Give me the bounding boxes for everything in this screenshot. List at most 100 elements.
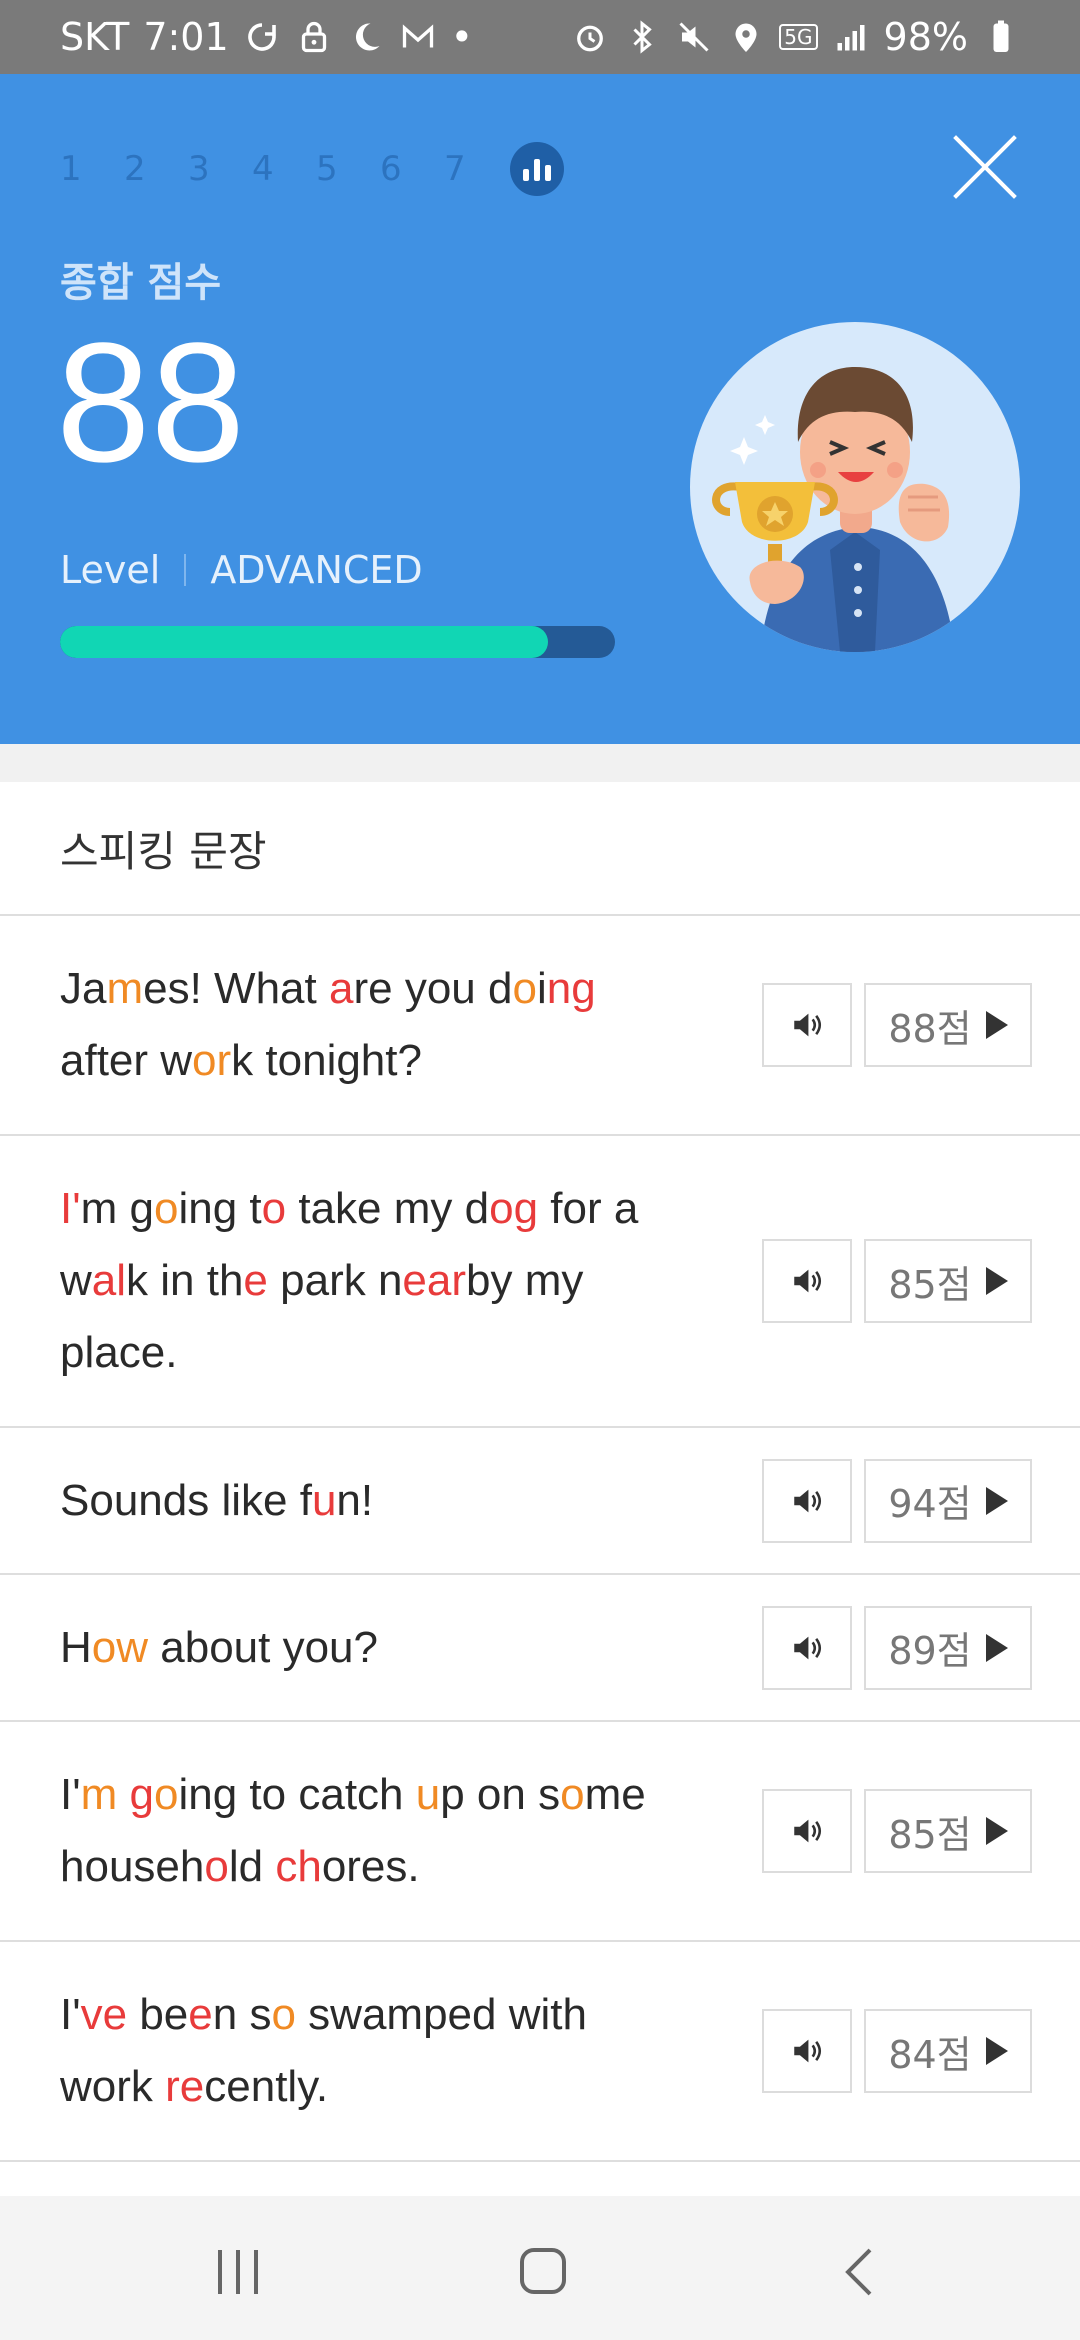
sentence-segment: al bbox=[91, 1256, 127, 1305]
section-spacer bbox=[0, 744, 1080, 782]
sentence-segment: be bbox=[127, 1990, 189, 2039]
sentence-segment: o bbox=[153, 1184, 179, 1233]
sentence-segment: Ja bbox=[60, 964, 107, 1013]
sentence-row: I've been so swamped with work recently.… bbox=[0, 1942, 1080, 2162]
speaking-sentences-title: 스피킹 문장 bbox=[0, 782, 1080, 916]
sentence-segment: o bbox=[261, 1184, 287, 1233]
listen-button[interactable] bbox=[762, 1605, 852, 1690]
score-play-button[interactable]: 85점 bbox=[864, 1239, 1032, 1323]
step-4[interactable]: 4 bbox=[252, 149, 316, 189]
close-button[interactable] bbox=[952, 134, 1018, 200]
system-nav-bar bbox=[0, 2196, 1080, 2340]
sentence-segment: og bbox=[489, 1184, 539, 1233]
sentence-segment: a bbox=[328, 964, 354, 1013]
sentence-segment: I' bbox=[60, 1990, 81, 2039]
sentence-row: I'm going to catch up on some household … bbox=[0, 1722, 1080, 1942]
sentence-segment: ear bbox=[402, 1256, 467, 1305]
battery-percent: 98% bbox=[883, 15, 968, 59]
speaker-icon bbox=[794, 2039, 822, 2063]
score-play-button[interactable]: 94점 bbox=[864, 1458, 1032, 1543]
listen-button[interactable] bbox=[762, 2009, 852, 2093]
step-7[interactable]: 7 bbox=[444, 149, 508, 189]
sentence-score: 85점 bbox=[888, 1812, 972, 1857]
network-type: 5G bbox=[779, 24, 818, 50]
speaker-icon bbox=[794, 1819, 822, 1843]
sentence-segment: k in th bbox=[126, 1256, 244, 1305]
back-icon bbox=[845, 2248, 872, 2296]
sentence-segment: I' bbox=[60, 1770, 81, 1819]
score-play-button[interactable]: 84점 bbox=[864, 2009, 1032, 2093]
sentence-segment: i bbox=[536, 964, 547, 1013]
sentence-segment: cently. bbox=[204, 2062, 329, 2111]
sync-icon bbox=[243, 18, 281, 56]
sentence-segment: u bbox=[311, 1475, 337, 1525]
score-play-button[interactable]: 88점 bbox=[864, 983, 1032, 1067]
sentence-text: How about you? bbox=[0, 1612, 680, 1684]
step-indicator: 1 2 3 4 5 6 7 bbox=[60, 142, 564, 196]
sentence-segment: Sounds like f bbox=[60, 1475, 312, 1525]
play-icon bbox=[985, 1633, 1008, 1662]
speaker-icon bbox=[794, 1013, 822, 1037]
play-icon bbox=[985, 1267, 1008, 1295]
battery-icon bbox=[982, 18, 1020, 56]
speaker-icon bbox=[794, 1636, 822, 1659]
listen-button[interactable] bbox=[762, 1789, 852, 1873]
sentence-text: I've been so swamped with work recently. bbox=[0, 1979, 680, 2123]
step-6[interactable]: 6 bbox=[380, 149, 444, 189]
sentence-segment: re bbox=[165, 2062, 205, 2111]
sentence-segment: I' bbox=[60, 1184, 81, 1233]
sentence-segment: ch bbox=[275, 1842, 322, 1891]
recents-button[interactable] bbox=[218, 2250, 258, 2294]
sentence-segment: ve bbox=[80, 1990, 128, 2039]
bar-chart-icon[interactable] bbox=[510, 142, 564, 196]
sentence-row: James! What are you doing after work ton… bbox=[0, 916, 1080, 1136]
sentence-text: James! What are you doing after work ton… bbox=[0, 953, 680, 1097]
sentence-segment bbox=[117, 1770, 129, 1819]
total-score-title: 종합 점수 bbox=[60, 260, 222, 306]
sentence-segment: n! bbox=[336, 1475, 374, 1525]
sentence-segment: ing to catch bbox=[178, 1770, 416, 1819]
sentence-segment: o bbox=[560, 1770, 585, 1819]
total-score-value: 88 bbox=[56, 308, 246, 498]
clock: 7:01 bbox=[143, 15, 229, 59]
sentence-segment: o bbox=[512, 964, 537, 1013]
level-value: ADVANCED bbox=[210, 548, 423, 592]
sentence-segment: park n bbox=[267, 1256, 403, 1305]
speaker-icon bbox=[794, 1269, 822, 1293]
step-3[interactable]: 3 bbox=[188, 149, 252, 189]
level-label: Level bbox=[60, 548, 161, 592]
sentence-segment: k tonight? bbox=[231, 1036, 422, 1085]
sentence-segment: take my d bbox=[286, 1184, 490, 1233]
level-row: Level ADVANCED bbox=[60, 548, 423, 592]
sentence-score: 89점 bbox=[888, 1629, 972, 1673]
sentence-segment: ing t bbox=[178, 1184, 262, 1233]
score-header: 1 2 3 4 5 6 7 종합 점수 88 Level ADVANCED bbox=[0, 74, 1080, 744]
alarm-icon bbox=[571, 18, 609, 56]
back-button[interactable] bbox=[836, 2246, 882, 2298]
sentence-text: Sounds like fun! bbox=[0, 1465, 680, 1537]
sentence-segment: ng bbox=[546, 964, 596, 1013]
sentence-segment: after w bbox=[60, 1036, 193, 1085]
home-button[interactable] bbox=[520, 2248, 566, 2294]
sentence-segment: or bbox=[192, 1036, 232, 1085]
sentence-score: 94점 bbox=[888, 1482, 972, 1526]
sentence-segment: u bbox=[415, 1770, 441, 1819]
status-bar: SKT 7:01 • 5G 98% bbox=[0, 0, 1080, 74]
trophy-person-illustration bbox=[690, 322, 1020, 652]
sentence-score: 85점 bbox=[888, 1262, 972, 1307]
sentence-segment: ores. bbox=[321, 1842, 420, 1891]
step-1[interactable]: 1 bbox=[60, 149, 124, 189]
step-2[interactable]: 2 bbox=[124, 149, 188, 189]
sentence-segment: o bbox=[204, 1842, 229, 1891]
sentence-segment: e bbox=[188, 1990, 213, 2039]
step-5[interactable]: 5 bbox=[316, 149, 380, 189]
listen-button[interactable] bbox=[762, 1239, 852, 1323]
score-play-button[interactable]: 85점 bbox=[864, 1789, 1032, 1873]
score-play-button[interactable]: 89점 bbox=[864, 1605, 1032, 1690]
sentence-segment: ow bbox=[91, 1622, 149, 1672]
bluetooth-icon bbox=[623, 18, 661, 56]
listen-button[interactable] bbox=[762, 1458, 852, 1543]
score-progress-bar bbox=[60, 626, 615, 658]
play-icon bbox=[985, 1817, 1008, 1845]
listen-button[interactable] bbox=[762, 983, 852, 1067]
